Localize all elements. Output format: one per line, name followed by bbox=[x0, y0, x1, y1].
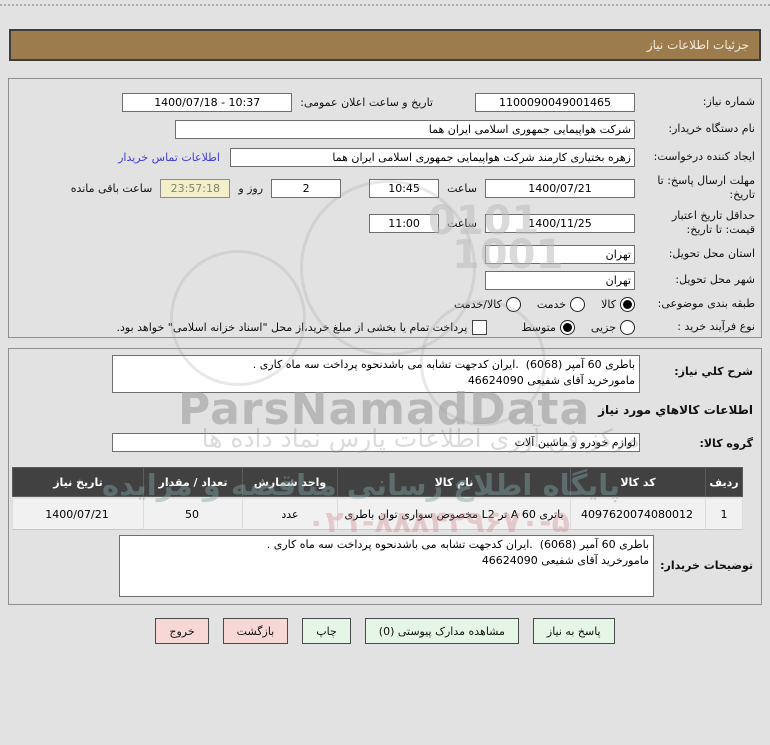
cell-quantity: 50 bbox=[143, 497, 242, 530]
page-title-bar: جزئیات اطلاعات نیاز bbox=[9, 29, 761, 61]
delivery-province-label: استان محل تحویل: bbox=[668, 246, 755, 260]
need-number-row: شماره نیاز: تاریخ و ساعت اعلان عمومی: bbox=[9, 89, 761, 115]
cell-product-name: باتری 60 A تر L2 مخصوص سواری توان باطری bbox=[337, 497, 570, 530]
cell-need-date: 1400/07/21 bbox=[12, 497, 143, 530]
buyer-org-input[interactable] bbox=[175, 119, 635, 139]
treasury-checkbox-label: پرداخت تمام یا بخشی از مبلغ خرید،از محل … bbox=[116, 320, 468, 334]
announce-datetime-input[interactable] bbox=[122, 92, 293, 112]
print-button[interactable]: چاپ bbox=[302, 618, 351, 644]
goods-group-label: گروه کالا: bbox=[699, 437, 753, 450]
action-buttons-row: پاسخ به نیاز مشاهده مدارک پیوستی (0) چاپ… bbox=[0, 618, 770, 644]
col-header-unit: واحد شمارش bbox=[242, 467, 337, 497]
classification-row: طبقه بندی موضوعی: کالا خدمت کالا/خدمت bbox=[9, 293, 761, 315]
buyer-org-label: نام دستگاه خریدار: bbox=[668, 121, 755, 135]
goods-table: ردیف کد کالا نام کالا واحد شمارش تعداد /… bbox=[12, 467, 743, 530]
validity-date-input[interactable] bbox=[485, 213, 635, 233]
delivery-city-label: شهر محل تحویل: bbox=[675, 272, 755, 286]
goods-info-panel: شرح کلي نیاز: باطری 60 آمپر (6068) .ایرا… bbox=[8, 348, 762, 605]
goods-table-row: 1 4097620074080012 باتری 60 A تر L2 مخصو… bbox=[12, 497, 743, 530]
goods-group-input[interactable] bbox=[112, 433, 640, 452]
countdown-timer: 23:57:18 bbox=[160, 178, 231, 198]
radio-partial-label: جزیی bbox=[590, 320, 616, 334]
radio-service[interactable] bbox=[570, 296, 586, 312]
deadline-hour-label: ساعت bbox=[447, 181, 477, 195]
days-and-label: روز و bbox=[238, 181, 264, 195]
radio-partial[interactable] bbox=[620, 319, 635, 335]
price-validity-row: حداقل تاریخ اعتبار قیمت: تا تاریخ: ساعت bbox=[9, 205, 761, 241]
delivery-city-input[interactable] bbox=[485, 270, 635, 290]
response-deadline-row: مهلت ارسال پاسخ: تا تاریخ: ساعت روز و 23… bbox=[9, 171, 761, 205]
col-header-qty: تعداد / مقدار bbox=[143, 467, 242, 497]
cell-row-number: 1 bbox=[705, 497, 743, 530]
validity-hour-label: ساعت bbox=[447, 216, 477, 230]
buyer-notes-textarea[interactable]: باطری 60 آمپر (6068) .ایران کدجهت تشابه … bbox=[119, 535, 654, 597]
radio-medium-label: متوسط bbox=[521, 320, 556, 334]
cell-product-code: 4097620074080012 bbox=[570, 497, 705, 530]
delivery-city-row: شهر محل تحویل: bbox=[9, 267, 761, 293]
need-number-label: شماره نیاز: bbox=[702, 94, 755, 108]
view-attachments-button[interactable]: مشاهده مدارک پیوستی (0) bbox=[364, 618, 519, 644]
back-button[interactable]: بازگشت bbox=[222, 618, 289, 644]
col-header-date: تاریخ نیاز bbox=[12, 467, 143, 497]
col-header-row: ردیف bbox=[705, 467, 743, 497]
page-title: جزئیات اطلاعات نیاز bbox=[646, 38, 749, 52]
radio-goods-label: کالا bbox=[601, 297, 616, 311]
buyer-notes-label: توضیحات خریدار: bbox=[660, 559, 753, 572]
days-remaining-input[interactable] bbox=[271, 178, 342, 198]
response-deadline-label: مهلت ارسال پاسخ: تا تاریخ: bbox=[657, 173, 755, 201]
delivery-province-input[interactable] bbox=[485, 244, 635, 264]
validity-time-input[interactable] bbox=[369, 213, 440, 233]
classification-label: طبقه بندی موضوعی: bbox=[657, 296, 755, 310]
general-description-textarea[interactable]: باطری 60 آمپر (6068) .ایران کدجهت تشابه … bbox=[112, 355, 640, 393]
radio-service-label: خدمت bbox=[536, 297, 567, 311]
goods-section-title: اطلاعات کالاهاي مورد نیاز bbox=[598, 403, 753, 417]
process-type-label: نوع فرآیند خرید : bbox=[677, 319, 755, 333]
delivery-province-row: استان محل تحویل: bbox=[9, 241, 761, 267]
exit-button[interactable]: خروج bbox=[155, 618, 209, 644]
request-creator-input[interactable] bbox=[230, 147, 635, 167]
radio-goods-service[interactable] bbox=[505, 296, 521, 312]
radio-goods-service-label: کالا/خدمت bbox=[454, 297, 502, 311]
hours-remaining-label: ساعت باقی مانده bbox=[70, 181, 153, 195]
buyer-contact-link[interactable]: اطلاعات تماس خریدار bbox=[118, 151, 220, 164]
announce-datetime-label: تاریخ و ساعت اعلان عمومی: bbox=[300, 95, 433, 109]
deadline-date-input[interactable] bbox=[485, 178, 635, 198]
request-creator-label: ایجاد کننده درخواست: bbox=[653, 149, 755, 163]
col-header-name: نام کالا bbox=[337, 467, 570, 497]
radio-goods[interactable] bbox=[620, 296, 635, 312]
general-description-label: شرح کلي نیاز: bbox=[674, 365, 753, 378]
buyer-org-row: نام دستگاه خریدار: bbox=[9, 115, 761, 143]
radio-medium[interactable] bbox=[559, 319, 575, 335]
goods-table-header-row: ردیف کد کالا نام کالا واحد شمارش تعداد /… bbox=[12, 467, 743, 497]
need-info-panel: شماره نیاز: تاریخ و ساعت اعلان عمومی: نا… bbox=[8, 78, 762, 338]
need-details-page: جزئیات اطلاعات نیاز شماره نیاز: تاریخ و … bbox=[0, 0, 770, 745]
cell-unit: عدد bbox=[242, 497, 337, 530]
col-header-code: کد کالا bbox=[570, 467, 705, 497]
need-number-input[interactable] bbox=[475, 92, 635, 112]
price-validity-label: حداقل تاریخ اعتبار قیمت: تا تاریخ: bbox=[671, 208, 755, 236]
process-type-row: نوع فرآیند خرید : جزیی متوسط پرداخت تمام… bbox=[9, 315, 761, 339]
treasury-checkbox[interactable] bbox=[472, 319, 488, 335]
request-creator-row: ایجاد کننده درخواست: اطلاعات تماس خریدار bbox=[9, 143, 761, 171]
deadline-time-input[interactable] bbox=[369, 178, 440, 198]
top-dotted-divider bbox=[0, 4, 770, 6]
respond-to-need-button[interactable]: پاسخ به نیاز bbox=[532, 618, 615, 644]
